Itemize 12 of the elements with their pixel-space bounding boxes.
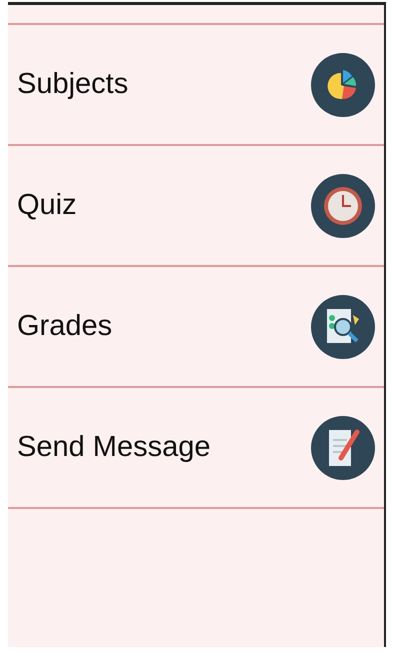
magnifier-document-icon[interactable] (311, 294, 375, 358)
pie-chart-icon[interactable] (311, 52, 375, 116)
menu-item[interactable]: Grades (8, 265, 384, 386)
menu-item-label: Send Message (17, 431, 210, 464)
menu-item[interactable]: Subjects (8, 23, 384, 144)
menu-item[interactable]: Quiz (8, 144, 384, 265)
pencil-document-icon[interactable] (311, 416, 375, 480)
menu-item-label: Subjects (17, 68, 128, 101)
clock-icon[interactable] (311, 174, 375, 238)
menu-item-label: Quiz (17, 189, 77, 222)
menu-item[interactable]: Send Message (8, 386, 384, 507)
menu-item-label: Grades (17, 310, 112, 343)
